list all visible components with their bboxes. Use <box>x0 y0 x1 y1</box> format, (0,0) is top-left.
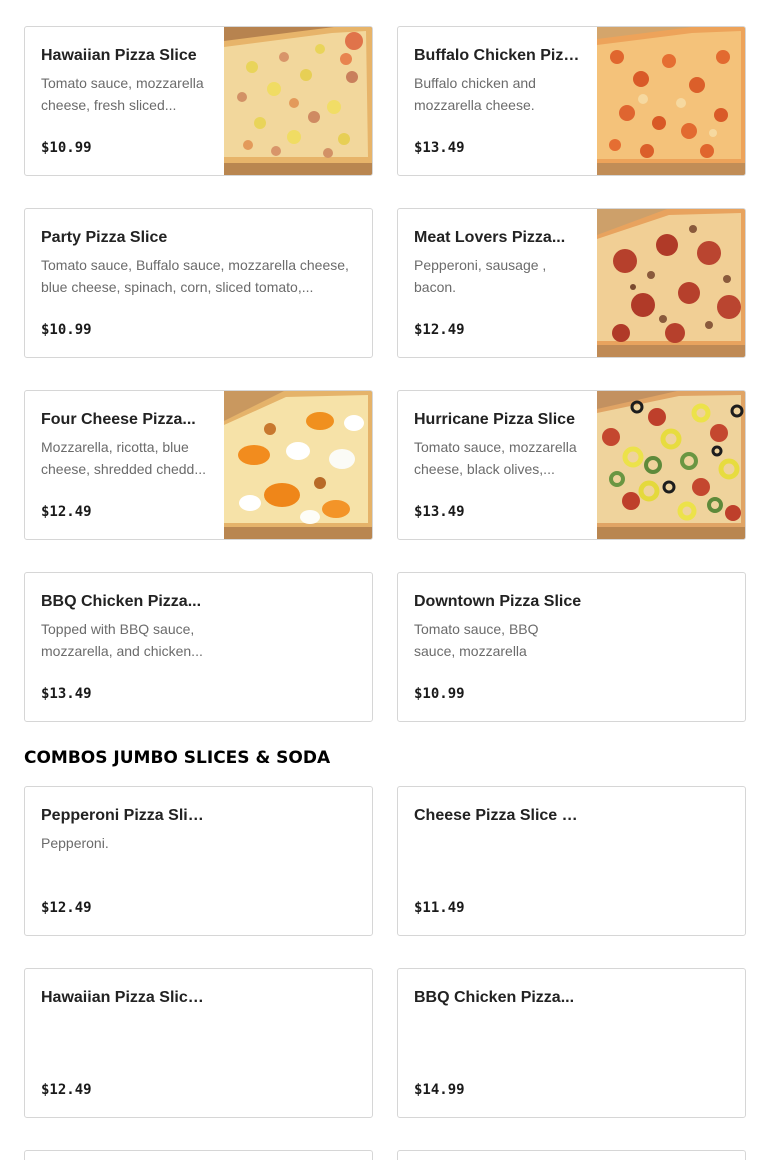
menu-item-name: BBQ Chicken Pizza... <box>414 989 575 1006</box>
menu-item-card[interactable]: Downtown Pizza Slice Tomato sauce, BBQ s… <box>397 572 746 722</box>
menu-item-price: $12.49 <box>41 900 92 916</box>
menu-item-description: Buffalo chicken and mozzarella cheese. <box>414 75 536 113</box>
menu-item-description: Pepperoni. <box>41 835 109 851</box>
menu-item-name: Buffalo Chicken Pizz... <box>414 47 581 64</box>
menu-item-description: Mozzarella, ricotta, blue cheese, shredd… <box>41 439 207 477</box>
menu-item-card[interactable]: Meat Lovers Pizza... Pepperoni, sausage … <box>397 208 746 358</box>
menu-items-grid: Hawaiian Pizza Slice Tomato sauce, mozza… <box>24 26 746 722</box>
menu-item-description: Tomato sauce, mozzarella cheese, black o… <box>414 439 577 477</box>
menu-item-text: Pepperoni Pizza Slic... Pepperoni. $12.4… <box>41 787 208 935</box>
section-title-combos: COMBOS JUMBO SLICES & SODA <box>24 748 331 768</box>
menu-item-text: Buffalo Chicken Pizz... Buffalo chicken … <box>414 27 581 175</box>
pizza-photo-hawaiian <box>224 27 372 175</box>
menu-item-description: Topped with BBQ sauce, mozzarella, and c… <box>41 621 203 659</box>
pizza-photo-meat-lovers <box>597 209 745 357</box>
menu-item-price: $12.49 <box>41 504 92 520</box>
menu-item-description: Tomato sauce, mozzarella cheese, fresh s… <box>41 75 204 113</box>
menu-item-text: Cheese Pizza Slice &... $11.49 <box>414 787 581 935</box>
menu-item-text: Hawaiian Pizza Slice Tomato sauce, mozza… <box>41 27 208 175</box>
menu-item-description: Tomato sauce, BBQ sauce, mozzarella chee… <box>414 621 539 659</box>
menu-item-price: $10.99 <box>414 686 465 702</box>
combo-item-card[interactable]: Hawaiian Pizza Slice ... $12.49 <box>24 968 373 1118</box>
menu-item-name: Hawaiian Pizza Slice <box>41 47 197 64</box>
combo-item-card[interactable]: Pepperoni Pizza Slic... Pepperoni. $12.4… <box>24 786 373 936</box>
menu-item-text: BBQ Chicken Pizza... Topped with BBQ sau… <box>41 573 208 721</box>
combo-item-card[interactable]: Cheese Pizza Slice &... $11.49 <box>397 786 746 936</box>
menu-item-card[interactable]: Hurricane Pizza Slice Tomato sauce, mozz… <box>397 390 746 540</box>
menu-item-name: BBQ Chicken Pizza... <box>41 593 202 610</box>
pizza-photo-four-cheese <box>224 391 372 539</box>
menu-item-price: $13.49 <box>414 140 465 156</box>
menu-item-card[interactable]: Four Cheese Pizza... Mozzarella, ricotta… <box>24 390 373 540</box>
menu-item-description: Pepperoni, sausage , bacon. <box>414 257 547 295</box>
menu-item-card[interactable]: Hawaiian Pizza Slice Tomato sauce, mozza… <box>24 26 373 176</box>
menu-item-name: Four Cheese Pizza... <box>41 411 196 428</box>
menu-item-price: $10.99 <box>41 140 92 156</box>
menu-item-card[interactable]: Party Pizza Slice Tomato sauce, Buffalo … <box>24 208 373 358</box>
pizza-photo-buffalo-chicken <box>597 27 745 175</box>
menu-item-text: Four Cheese Pizza... Mozzarella, ricotta… <box>41 391 208 539</box>
menu-item-text: Party Pizza Slice Tomato sauce, Buffalo … <box>41 209 356 357</box>
menu-item-text: Downtown Pizza Slice Tomato sauce, BBQ s… <box>414 573 729 721</box>
combo-item-card[interactable]: BBQ Chicken Pizza... $14.99 <box>397 968 746 1118</box>
menu-item-name: Party Pizza Slice <box>41 229 168 246</box>
menu-item-description: Tomato sauce, Buffalo sauce, mozzarella … <box>41 257 349 295</box>
menu-item-price: $14.99 <box>414 1082 465 1098</box>
menu-item-text: Hurricane Pizza Slice Tomato sauce, mozz… <box>414 391 581 539</box>
menu-item-price: $12.49 <box>41 1082 92 1098</box>
menu-item-name: Pepperoni Pizza Slic... <box>41 807 208 824</box>
menu-item-name: Hurricane Pizza Slice <box>414 411 575 428</box>
menu-item-price: $10.99 <box>41 322 92 338</box>
menu-item-text: Meat Lovers Pizza... Pepperoni, sausage … <box>414 209 581 357</box>
menu-item-card[interactable]: Buffalo Chicken Pizz... Buffalo chicken … <box>397 26 746 176</box>
menu-item-text: Hawaiian Pizza Slice ... $12.49 <box>41 969 208 1117</box>
menu-item-price: $13.49 <box>41 686 92 702</box>
menu-item-price: $13.49 <box>414 504 465 520</box>
menu-item-price: $12.49 <box>414 322 465 338</box>
menu-item-name: Cheese Pizza Slice &... <box>414 807 581 824</box>
menu-item-price: $11.49 <box>414 900 465 916</box>
combos-items-grid: Pepperoni Pizza Slic... Pepperoni. $12.4… <box>24 786 746 1118</box>
menu-item-card[interactable]: BBQ Chicken Pizza... Topped with BBQ sau… <box>24 572 373 722</box>
menu-item-name: Hawaiian Pizza Slice ... <box>41 989 208 1006</box>
menu-item-name: Downtown Pizza Slice <box>414 593 582 610</box>
pizza-photo-hurricane <box>597 391 745 539</box>
menu-item-text: BBQ Chicken Pizza... $14.99 <box>414 969 581 1117</box>
menu-item-name: Meat Lovers Pizza... <box>414 229 566 246</box>
